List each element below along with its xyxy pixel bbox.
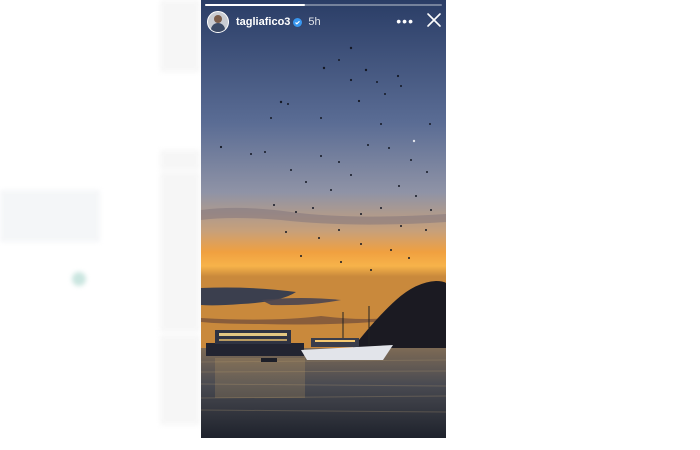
story-progress-fill bbox=[205, 4, 305, 6]
username[interactable]: tagliafico3 bbox=[236, 16, 290, 28]
background-avatar bbox=[72, 272, 86, 286]
background-card bbox=[160, 0, 200, 72]
story-progress-bar bbox=[205, 4, 442, 6]
story-photo bbox=[201, 0, 446, 438]
background-card bbox=[160, 335, 200, 425]
story-viewer[interactable]: tagliafico3 5h ••• bbox=[201, 0, 446, 438]
more-options-icon[interactable]: ••• bbox=[396, 13, 414, 29]
background-card bbox=[160, 172, 200, 332]
background-active-row bbox=[0, 190, 100, 242]
boat-left bbox=[206, 330, 304, 356]
avatar[interactable] bbox=[207, 11, 229, 33]
verified-badge-icon bbox=[293, 17, 303, 27]
story-header: tagliafico3 5h ••• bbox=[207, 11, 442, 33]
background-card bbox=[160, 150, 200, 170]
avatar-body bbox=[211, 23, 225, 32]
post-time: 5h bbox=[308, 16, 321, 28]
avatar-head bbox=[214, 15, 222, 23]
close-icon[interactable] bbox=[426, 12, 442, 28]
